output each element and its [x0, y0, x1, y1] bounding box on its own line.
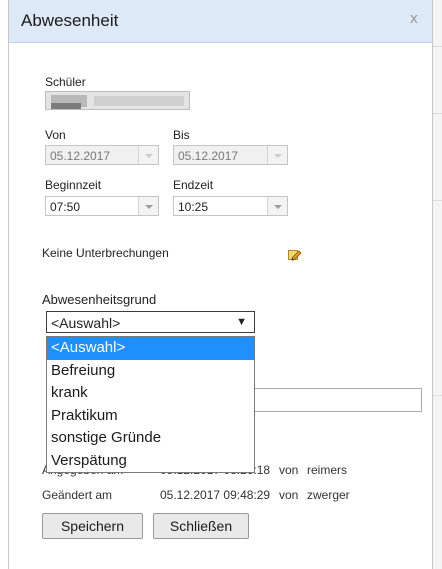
endzeit-value: 10:25 — [178, 200, 209, 214]
reason-option[interactable]: <Auswahl> — [47, 337, 254, 360]
background-divider — [433, 46, 442, 47]
beginnzeit-label: Beginnzeit — [45, 178, 102, 192]
von-date-field: 05.12.2017 — [45, 145, 159, 165]
reason-dropdown-list[interactable]: <Auswahl> Befreiung krank Praktikum sons… — [46, 336, 255, 473]
von-label: Von — [45, 128, 66, 142]
close-button[interactable]: Schließen — [153, 513, 249, 539]
dialog-title: Abwesenheit — [21, 11, 119, 30]
reason-select[interactable]: <Auswahl> ▼ — [46, 311, 255, 333]
pencil-edit-icon[interactable] — [288, 249, 302, 261]
note-input[interactable] — [249, 388, 422, 412]
chevron-down-icon[interactable] — [138, 197, 158, 215]
bis-label: Bis — [173, 128, 190, 142]
reason-option[interactable]: Befreiung — [47, 360, 254, 383]
reason-option[interactable]: Verspätung — [47, 450, 254, 473]
redacted-name — [94, 96, 184, 106]
chevron-down-icon: ▼ — [236, 316, 247, 328]
save-button[interactable]: Speichern — [42, 513, 143, 539]
bis-date-value: 05.12.2017 — [178, 149, 239, 163]
created-by-prefix: von — [279, 463, 299, 477]
created-by: reimers — [307, 463, 348, 477]
close-icon[interactable]: x — [410, 11, 418, 27]
endzeit-label: Endzeit — [173, 178, 214, 192]
background-divider — [433, 200, 442, 201]
dialog-titlebar[interactable]: Abwesenheit x — [9, 0, 432, 43]
chevron-down-icon[interactable] — [267, 197, 287, 215]
schueler-field — [45, 91, 190, 110]
beginnzeit-value: 07:50 — [50, 200, 81, 214]
changed-value: 05.12.2017 09:48:29 — [160, 488, 271, 502]
absence-dialog: Abwesenheit x Schüler Von Bis 05.12.2017… — [8, 0, 433, 569]
changed-by-prefix: von — [279, 488, 299, 502]
background-divider — [433, 113, 442, 114]
background-page — [433, 0, 442, 569]
reason-option[interactable]: Praktikum — [47, 405, 254, 428]
background-divider — [433, 395, 442, 396]
von-date-value: 05.12.2017 — [50, 149, 111, 163]
schueler-label: Schüler — [45, 75, 86, 89]
reason-select-value: <Auswahl> — [51, 315, 121, 331]
redacted-name — [51, 103, 81, 109]
changed-label: Geändert am — [42, 488, 113, 502]
changed-by: zwerger — [307, 488, 350, 502]
chevron-down-icon — [138, 146, 158, 164]
reason-option[interactable]: krank — [47, 382, 254, 405]
bis-date-field: 05.12.2017 — [173, 145, 288, 165]
beginnzeit-field[interactable]: 07:50 — [45, 196, 159, 216]
endzeit-field[interactable]: 10:25 — [173, 196, 288, 216]
reason-label: Abwesenheitsgrund — [42, 292, 157, 307]
interruptions-text: Keine Unterbrechungen — [42, 246, 169, 260]
reason-option[interactable]: sonstige Gründe — [47, 427, 254, 450]
chevron-down-icon — [267, 146, 287, 164]
